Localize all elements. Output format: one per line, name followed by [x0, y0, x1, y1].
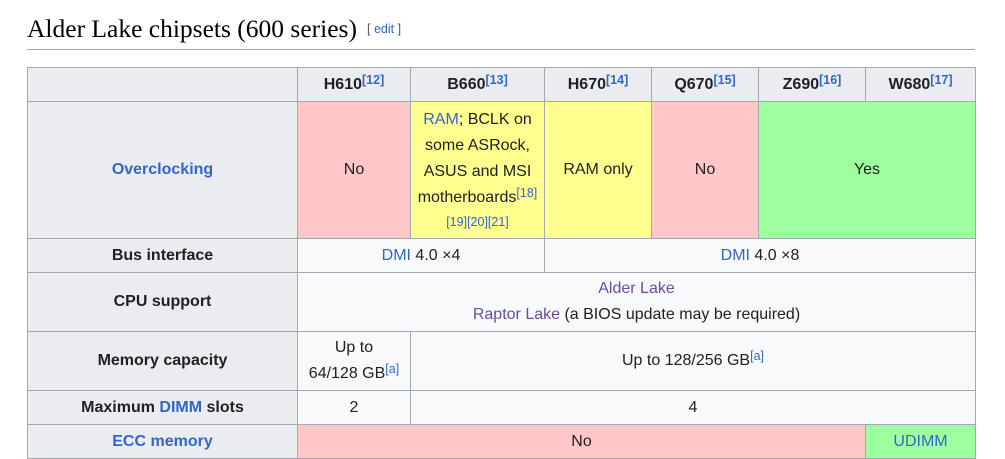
header-row: H610[12] B660[13] H670[14] Q670[15] Z690… — [27, 67, 976, 102]
col-z690: Z690[16] — [758, 67, 866, 102]
row-label-overclocking: Overclocking — [27, 101, 298, 239]
dimm-rest: 4 — [410, 390, 976, 425]
ref-link[interactable]: [21] — [488, 215, 509, 229]
dmi-link[interactable]: DMI — [382, 247, 411, 264]
ram-link[interactable]: RAM — [423, 111, 459, 128]
col-h610: H610[12] — [297, 67, 411, 102]
oc-b660: RAM; BCLK on some ASRock, ASUS and MSI m… — [410, 101, 545, 239]
col-w680: W680[17] — [865, 67, 976, 102]
ecc-w680: UDIMM — [865, 424, 976, 459]
dimm-h610: 2 — [297, 390, 411, 425]
row-dimm: Maximum DIMM slots 2 4 — [27, 390, 976, 425]
ref-link[interactable]: [a] — [385, 362, 399, 376]
ref-link[interactable]: [18] — [516, 186, 537, 200]
ref-link[interactable]: [20] — [467, 215, 488, 229]
col-h670: H670[14] — [544, 67, 652, 102]
edit-link[interactable]: edit — [374, 22, 394, 36]
ecc-link[interactable]: ECC memory — [112, 433, 212, 450]
row-label-dimm: Maximum DIMM slots — [27, 390, 298, 425]
row-overclocking: Overclocking No RAM; BCLK on some ASRock… — [27, 101, 976, 239]
memory-h610: Up to 64/128 GB[a] — [297, 331, 411, 391]
ref-link[interactable]: [15] — [713, 73, 735, 87]
row-cpu: CPU support Alder Lake Raptor Lake (a BIO… — [27, 272, 976, 332]
corner-cell — [27, 67, 298, 102]
section-title: Alder Lake chipsets (600 series) — [27, 14, 357, 43]
bus-x4: DMI 4.0 ×4 — [297, 238, 545, 273]
ref-link[interactable]: [14] — [606, 73, 628, 87]
col-q670: Q670[15] — [651, 67, 759, 102]
oc-h670: RAM only — [544, 101, 652, 239]
row-label-bus: Bus interface — [27, 238, 298, 273]
ecc-no: No — [297, 424, 866, 459]
row-ecc: ECC memory No UDIMM — [27, 424, 976, 459]
udimm-link[interactable]: UDIMM — [893, 433, 947, 450]
row-label-cpu: CPU support — [27, 272, 298, 332]
row-label-ecc: ECC memory — [27, 424, 298, 459]
row-bus: Bus interface DMI 4.0 ×4 DMI 4.0 ×8 — [27, 238, 976, 273]
alder-lake-link[interactable]: Alder Lake — [598, 280, 675, 297]
ref-link[interactable]: [13] — [486, 73, 508, 87]
dimm-link[interactable]: DIMM — [159, 399, 202, 416]
memory-rest: Up to 128/256 GB[a] — [410, 331, 976, 391]
chipset-table: H610[12] B660[13] H670[14] Q670[15] Z690… — [27, 67, 976, 459]
ref-link[interactable]: [17] — [930, 73, 952, 87]
ref-link[interactable]: [a] — [750, 349, 764, 363]
row-label-memory: Memory capacity — [27, 331, 298, 391]
bus-x8: DMI 4.0 ×8 — [544, 238, 976, 273]
cpu-support: Alder Lake Raptor Lake (a BIOS update may… — [297, 272, 976, 332]
oc-h610: No — [297, 101, 411, 239]
dmi-link[interactable]: DMI — [721, 247, 750, 264]
row-memory: Memory capacity Up to 64/128 GB[a] Up to … — [27, 331, 976, 391]
ref-link[interactable]: [19] — [446, 215, 467, 229]
overclocking-link[interactable]: Overclocking — [112, 161, 213, 178]
section-heading: Alder Lake chipsets (600 series) [ edit ] — [27, 12, 975, 50]
oc-z690-w680: Yes — [758, 101, 976, 239]
ref-group: [19][20][21] — [413, 211, 542, 233]
col-b660: B660[13] — [410, 67, 545, 102]
ref-link[interactable]: [12] — [362, 73, 384, 87]
oc-q670: No — [651, 101, 759, 239]
raptor-lake-link[interactable]: Raptor Lake — [473, 306, 560, 323]
edit-section: [ edit ] — [366, 22, 402, 36]
ref-link[interactable]: [16] — [819, 73, 841, 87]
